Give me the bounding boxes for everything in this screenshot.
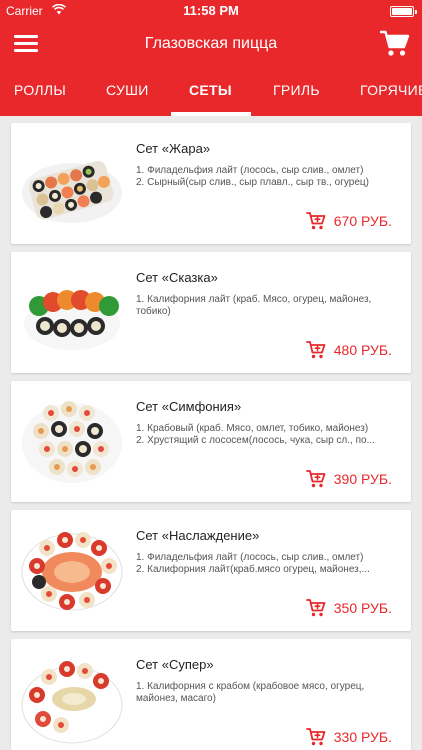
product-name: Сет «Симфония» — [136, 399, 242, 414]
add-to-cart-icon[interactable] — [305, 340, 326, 360]
product-description: 1. Калифорния лайт (краб. Мясо, огурец, … — [136, 294, 372, 317]
add-to-cart-icon[interactable] — [305, 469, 326, 489]
status-bar: Carrier 11:58 PM — [0, 0, 422, 22]
product-name: Сет «Жара» — [136, 141, 211, 156]
product-card[interactable]: Сет «Жара» 1. Филадельфия лайт (лосось, … — [11, 123, 411, 244]
product-card[interactable]: Сет «Супер» 1. Калифорния с крабом (краб… — [11, 639, 411, 750]
product-card[interactable]: Сет «Наслаждение» 1. Филадельфия лайт (л… — [11, 510, 411, 631]
nav-bar: Глазовская пицца — [0, 22, 422, 66]
product-card[interactable]: Сет «Сказка» 1. Калифорния лайт (краб. М… — [11, 252, 411, 373]
product-price: 350 РУБ. — [333, 600, 392, 616]
product-image — [19, 649, 125, 747]
price-row: 390 РУБ. — [305, 467, 392, 491]
product-description: 1. Филадельфия лайт (лосось, сыр слив., … — [136, 165, 369, 188]
add-to-cart-icon[interactable] — [305, 211, 326, 231]
price-row: 330 РУБ. — [305, 725, 392, 749]
product-name: Сет «Сказка» — [136, 270, 218, 285]
product-price: 480 РУБ. — [333, 342, 392, 358]
clock: 11:58 PM — [183, 3, 239, 18]
category-tabs: РОЛЛЫ СУШИ СЕТЫ ГРИЛЬ ГОРЯЧИЕ — [0, 66, 422, 116]
cart-icon[interactable] — [379, 30, 410, 58]
product-image — [19, 391, 125, 489]
product-list[interactable]: Сет «Жара» 1. Филадельфия лайт (лосось, … — [0, 116, 422, 750]
product-image — [19, 133, 125, 231]
tab-grill[interactable]: ГРИЛЬ — [273, 66, 320, 116]
price-row: 350 РУБ. — [305, 596, 392, 620]
tab-hot[interactable]: ГОРЯЧИЕ — [360, 66, 422, 116]
product-price: 330 РУБ. — [333, 729, 392, 745]
product-price: 670 РУБ. — [333, 213, 392, 229]
product-description: 1. Крабовый (краб. Мясо, омлет, тобико, … — [136, 423, 375, 446]
tab-sets[interactable]: СЕТЫ — [189, 66, 232, 116]
product-name: Сет «Супер» — [136, 657, 214, 672]
page-title: Глазовская пицца — [144, 35, 278, 52]
tab-sushi[interactable]: СУШИ — [106, 66, 149, 116]
product-name: Сет «Наслаждение» — [136, 528, 260, 543]
price-row: 670 РУБ. — [305, 209, 392, 233]
product-description: 1. Филадельфия лайт (лосось, сыр слив., … — [136, 552, 370, 575]
product-image — [19, 520, 125, 618]
price-row: 480 РУБ. — [305, 338, 392, 362]
battery-icon — [390, 6, 417, 17]
product-image — [19, 262, 125, 360]
add-to-cart-icon[interactable] — [305, 727, 326, 747]
product-price: 390 РУБ. — [333, 471, 392, 487]
add-to-cart-icon[interactable] — [305, 598, 326, 618]
product-card[interactable]: Сет «Симфония» 1. Крабовый (краб. Мясо, … — [11, 381, 411, 502]
product-description: 1. Калифорния с крабом (крабовое мясо, о… — [136, 681, 365, 704]
tab-rolls[interactable]: РОЛЛЫ — [14, 66, 66, 116]
